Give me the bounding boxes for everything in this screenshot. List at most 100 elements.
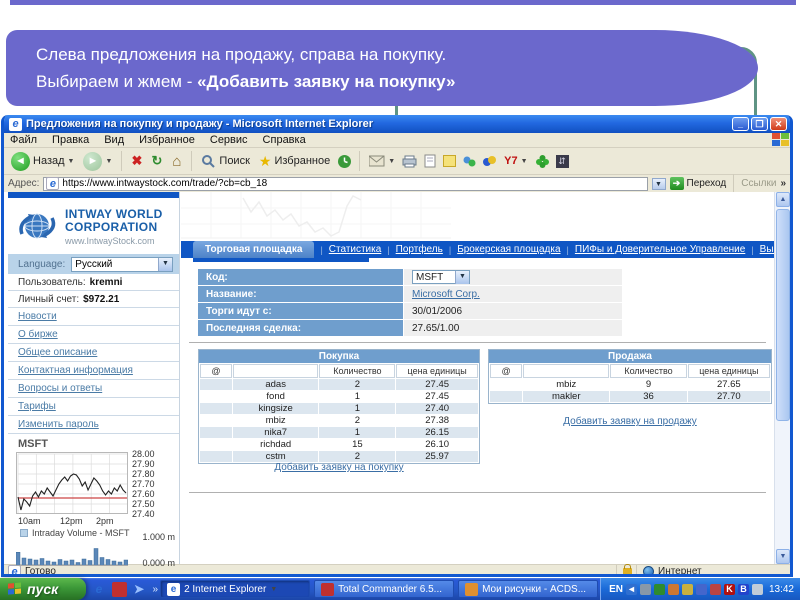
- order-cell: 2: [319, 379, 396, 390]
- yahoo-dropdown-icon[interactable]: ▼: [521, 158, 528, 165]
- start-button[interactable]: пуск: [0, 578, 86, 600]
- order-row[interactable]: richdad 15 26.10: [200, 439, 478, 450]
- order-row[interactable]: kingsize 1 27.40: [200, 403, 478, 414]
- language-dropdown-icon[interactable]: ▼: [158, 257, 172, 271]
- desktop-icon[interactable]: ➤: [132, 582, 147, 597]
- tray-alert-icon[interactable]: [667, 583, 679, 595]
- total-commander-quicklaunch-icon[interactable]: [111, 581, 127, 597]
- callout-line1: Слева предложения на продажу, справа на …: [36, 45, 447, 64]
- links-chevron-icon[interactable]: »: [780, 178, 786, 189]
- volume-chart: Intraday Volume - MSFT 1.000 m 0.000 m: [8, 526, 179, 568]
- sidebar-link[interactable]: О бирже: [18, 329, 58, 340]
- menu-item[interactable]: Правка: [52, 134, 89, 146]
- menu-item[interactable]: Сервис: [210, 134, 248, 146]
- msn-button[interactable]: [481, 153, 498, 170]
- scrollbar-thumb[interactable]: [776, 209, 790, 421]
- links-label[interactable]: Ссылки: [741, 178, 776, 189]
- volume-icon[interactable]: [751, 583, 763, 595]
- task-button[interactable]: e2 Internet Explorer ▼: [160, 580, 311, 598]
- task-button[interactable]: Total Commander 6.5...: [314, 580, 455, 598]
- mail-dropdown-icon[interactable]: ▼: [388, 158, 395, 165]
- watermark-chart: [181, 192, 451, 239]
- order-row[interactable]: mbiz 2 27.38: [200, 415, 478, 426]
- tray-messenger-icon[interactable]: [695, 583, 707, 595]
- download-manager-button[interactable]: ⇵: [554, 153, 571, 170]
- tray-b-icon[interactable]: B: [737, 583, 749, 595]
- price-chart-ylabels: 28.00 27.90 27.80 27.70 27.60 27.50 27.40: [132, 449, 176, 519]
- close-button[interactable]: ✕: [770, 117, 787, 131]
- search-button[interactable]: Поиск: [198, 153, 252, 170]
- order-row[interactable]: nika7 1 26.15: [200, 427, 478, 438]
- kaspersky-icon[interactable]: K: [723, 583, 735, 595]
- menu-item[interactable]: Файл: [10, 134, 37, 146]
- tab-active[interactable]: Торговая площадка: [193, 241, 315, 258]
- go-button[interactable]: ➔ Переход: [669, 177, 726, 190]
- forward-button[interactable]: ► ▼: [80, 151, 115, 172]
- minimize-button[interactable]: _: [732, 117, 749, 131]
- tray-update-icon[interactable]: [681, 583, 693, 595]
- sidebar-link[interactable]: Общее описание: [18, 347, 97, 358]
- order-row[interactable]: makler 36 27.70: [490, 391, 770, 402]
- icq-button[interactable]: [534, 153, 551, 170]
- code-select[interactable]: MSFT ▼: [412, 270, 470, 284]
- scroll-down-icon[interactable]: ▼: [776, 549, 790, 564]
- favorites-button[interactable]: ★ Избранное: [256, 152, 333, 171]
- add-buy-order-link[interactable]: Добавить заявку на покупку: [274, 462, 403, 473]
- order-cell: 27.70: [687, 391, 770, 402]
- order-row[interactable]: mbiz 9 27.65: [490, 379, 770, 390]
- sidebar-link[interactable]: Новости: [18, 311, 57, 322]
- tab-link[interactable]: Портфель: [396, 244, 443, 255]
- language-indicator[interactable]: EN: [609, 584, 623, 595]
- mail-button[interactable]: ▼: [366, 154, 398, 168]
- forward-dropdown-icon[interactable]: ▼: [105, 158, 112, 165]
- print-button[interactable]: [401, 153, 418, 170]
- tray-network-icon[interactable]: [653, 583, 665, 595]
- order-cell: [200, 427, 232, 438]
- address-input[interactable]: e https://www.intwaystock.com/trade/?cb=…: [43, 176, 648, 191]
- home-button[interactable]: ⌂: [168, 153, 185, 170]
- menu-item[interactable]: Избранное: [139, 134, 195, 146]
- sidebar-link[interactable]: Изменить пароль: [18, 419, 99, 430]
- tab-link[interactable]: ПИФы и Доверительное Управление: [575, 244, 745, 255]
- yahoo-button[interactable]: Y7 ▼: [501, 154, 530, 168]
- task-button[interactable]: Мои рисунки - ACDS...: [458, 580, 599, 598]
- callout-line2: Выбираем и жмем - «Добавить заявку на по…: [36, 72, 456, 91]
- address-dropdown-icon[interactable]: ▼: [651, 177, 666, 190]
- title-bar[interactable]: e Предложения на покупку и продажу - Mic…: [4, 115, 790, 133]
- sidebar-link[interactable]: Вопросы и ответы: [18, 383, 102, 394]
- order-row[interactable]: cstm 2 25.97: [200, 451, 478, 462]
- menu-item[interactable]: Вид: [104, 134, 124, 146]
- scroll-up-icon[interactable]: ▲: [776, 192, 790, 207]
- order-row[interactable]: adas 2 27.45: [200, 379, 478, 390]
- sidebar-link[interactable]: Контактная информация: [18, 365, 133, 376]
- tray-switcher-icon[interactable]: ◄: [625, 583, 637, 595]
- tray-display-icon[interactable]: [639, 583, 651, 595]
- code-dropdown-icon[interactable]: ▼: [455, 270, 469, 284]
- order-cell: 1: [319, 427, 396, 438]
- refresh-button[interactable]: ↻: [148, 153, 165, 170]
- ie-icon: e: [9, 117, 22, 131]
- notes-button[interactable]: [441, 153, 458, 170]
- language-select[interactable]: Русский ▼: [71, 256, 173, 272]
- restore-button[interactable]: ❐: [751, 117, 768, 131]
- tray-firewall-icon[interactable]: [709, 583, 721, 595]
- stop-button[interactable]: ✖: [128, 153, 145, 170]
- menu-item[interactable]: Справка: [263, 134, 306, 146]
- tab-link[interactable]: Брокерская площадка: [457, 244, 560, 255]
- edit-button[interactable]: [421, 153, 438, 170]
- order-row[interactable]: fond 1 27.45: [200, 391, 478, 402]
- add-sell-order-link[interactable]: Добавить заявку на продажу: [563, 416, 697, 427]
- company-link[interactable]: Microsoft Corp.: [412, 289, 480, 300]
- history-button[interactable]: [336, 153, 353, 170]
- task-group-dropdown-icon[interactable]: ▼: [270, 586, 277, 593]
- sidebar-link[interactable]: Тарифы: [18, 401, 56, 412]
- site-logo[interactable]: INTWAY WORLD CORPORATION www.IntwayStock…: [8, 198, 179, 254]
- back-dropdown-icon[interactable]: ▼: [68, 158, 75, 165]
- volume-legend-label: Intraday Volume - MSFT: [32, 528, 130, 538]
- ie-quicklaunch-icon[interactable]: e: [92, 582, 107, 597]
- back-button[interactable]: ◄ Назад ▼: [8, 151, 77, 172]
- messenger-button[interactable]: [461, 153, 478, 170]
- tab-link[interactable]: Статистика: [329, 244, 382, 255]
- sell-orders-table: Продажа @ Количество цена единицы mbiz 9 27.6…: [488, 349, 772, 404]
- vertical-scrollbar[interactable]: ▲ ▼: [774, 192, 790, 564]
